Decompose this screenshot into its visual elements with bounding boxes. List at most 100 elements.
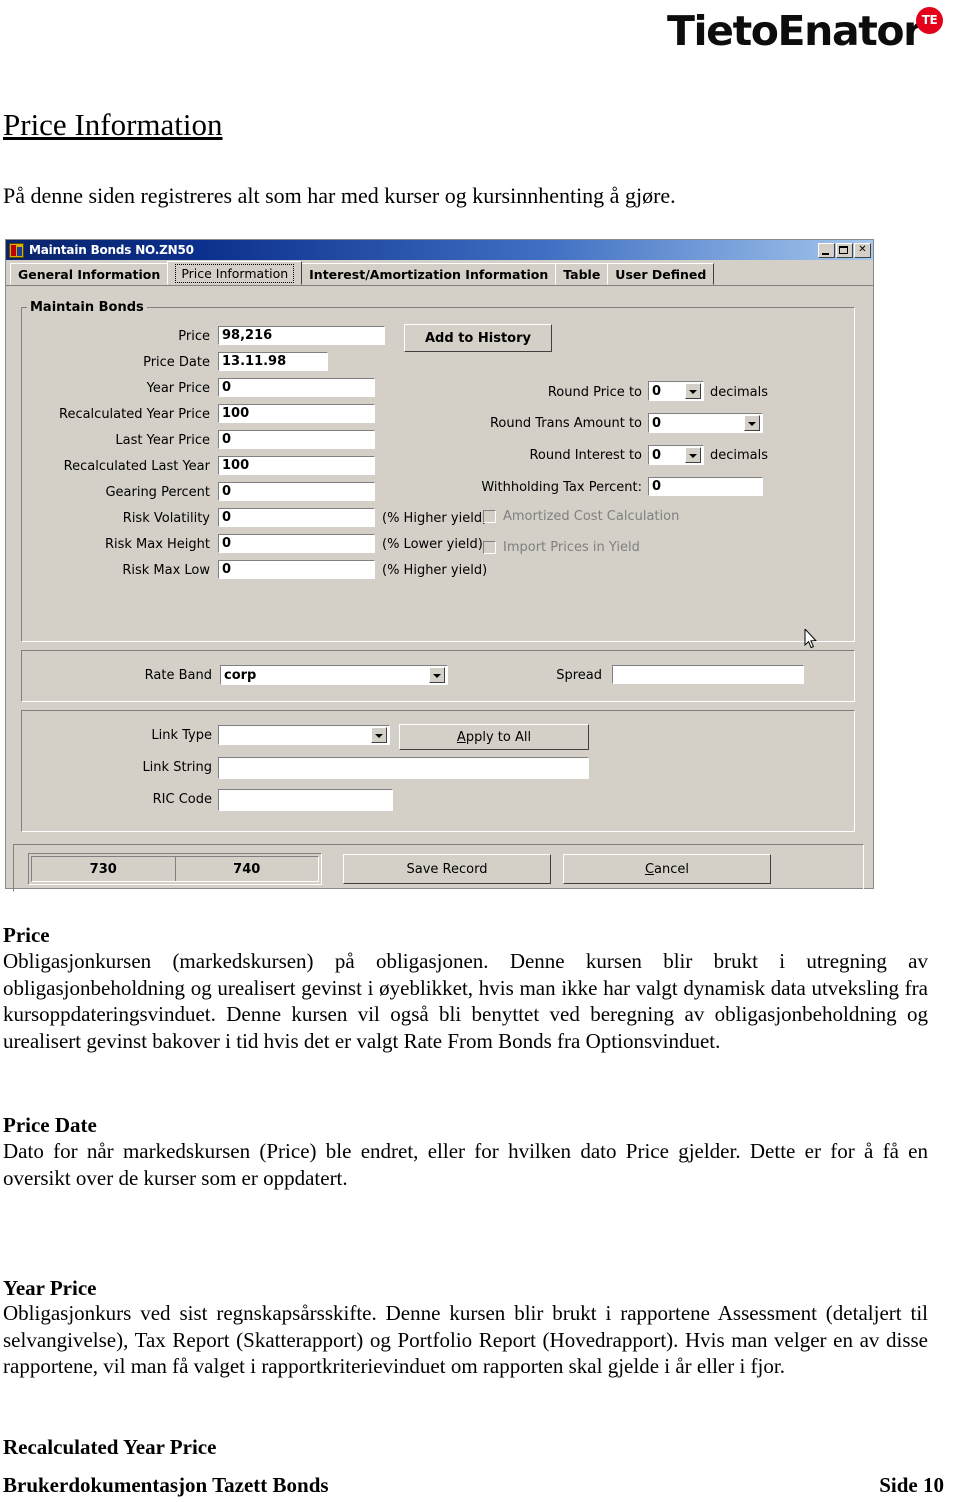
section-body-price-date: Dato for når markedskursen (Price) ble e…	[3, 1139, 928, 1190]
input-risk-max-low[interactable]: 0	[218, 560, 375, 579]
checkbox-amortized-cost-calculation[interactable]	[483, 510, 496, 523]
hint-risk-max-low: (% Higher yield)	[382, 563, 488, 578]
label-amortized-cost-calculation: Amortized Cost Calculation	[503, 509, 680, 524]
cancel-button[interactable]: Cancel	[563, 854, 771, 884]
maximize-icon[interactable]	[836, 242, 853, 258]
tab-label: Table	[563, 266, 601, 282]
select-rate-band[interactable]: corp	[220, 665, 448, 685]
input-withholding-tax-percent[interactable]: 0	[648, 477, 763, 496]
chevron-down-icon[interactable]	[429, 667, 445, 683]
label-price-date: Price Date	[143, 355, 210, 370]
close-icon[interactable]: ✕	[854, 242, 871, 258]
tab-strip: General Information Price Information In…	[6, 260, 873, 286]
label-risk-max-low: Risk Max Low	[122, 563, 210, 578]
checkbox-import-prices-in-yield[interactable]	[483, 541, 496, 554]
label-link-string: Link String	[142, 760, 212, 775]
chevron-down-icon[interactable]	[685, 383, 701, 399]
select-value: 0	[652, 447, 662, 463]
accel-letter: A	[456, 729, 466, 745]
input-price[interactable]: 98,216	[218, 326, 385, 345]
label-risk-max-height: Risk Max Height	[104, 537, 210, 552]
select-round-price-decimals[interactable]: 0	[648, 381, 704, 401]
tab-label: Price Information	[175, 263, 295, 283]
section-heading-recalculated-year-price: Recalculated Year Price	[3, 1435, 217, 1459]
tab-panel-price-information: Maintain Bonds Price Price Date Year Pri…	[9, 288, 870, 892]
group-link: Link Type Link String RIC Code Apply to …	[21, 710, 855, 832]
intro-paragraph: På denne siden registreres alt som har m…	[3, 183, 676, 208]
cancel-rest: ancel	[654, 861, 690, 877]
segment-730[interactable]: 730	[32, 857, 176, 881]
input-spread[interactable]	[612, 665, 804, 684]
save-record-button[interactable]: Save Record	[343, 854, 551, 884]
label-gearing-percent: Gearing Percent	[105, 485, 210, 500]
label-withholding-tax-percent: Withholding Tax Percent:	[481, 480, 642, 495]
section-heading-price-date: Price Date	[3, 1113, 97, 1137]
input-last-year-price[interactable]: 0	[218, 430, 375, 449]
group-legend-maintain-bonds: Maintain Bonds	[30, 300, 144, 315]
logo-wordmark: TietoEnator	[666, 7, 923, 55]
cancel-label: Cancel	[645, 862, 689, 877]
tab-price-information[interactable]: Price Information	[167, 261, 303, 285]
footer-left-text: Brukerdokumentasjon Tazett Bonds	[3, 1473, 329, 1497]
select-value: corp	[224, 667, 257, 683]
input-link-string[interactable]	[218, 757, 589, 779]
footer-page-number: Side 10	[879, 1473, 944, 1497]
application-icon	[9, 242, 24, 258]
input-ric-code[interactable]	[218, 789, 393, 811]
apply-to-all-label: Apply to All	[457, 730, 531, 745]
label-round-interest-to: Round Interest to	[529, 448, 642, 463]
input-recalculated-last-year[interactable]: 100	[218, 456, 375, 475]
dialog-action-bar: 730 740 Save Record Cancel	[13, 844, 864, 892]
select-value: 0	[652, 383, 662, 399]
label-last-year-price: Last Year Price	[115, 433, 210, 448]
select-round-trans-amount[interactable]: 0	[648, 413, 763, 433]
tab-interest-amortization[interactable]: Interest/Amortization Information	[301, 263, 557, 285]
select-link-type[interactable]	[218, 725, 390, 745]
tab-label: General Information	[18, 266, 161, 282]
group-rate-band: Rate Band corp Spread	[21, 650, 855, 702]
label-round-trans-amount-to: Round Trans Amount to	[489, 416, 642, 431]
window-controls: ✕	[818, 242, 871, 258]
select-value: 0	[652, 415, 662, 431]
input-risk-volatility[interactable]: 0	[218, 508, 375, 527]
tab-label: Interest/Amortization Information	[309, 266, 549, 282]
section-heading-price: Price	[3, 923, 50, 947]
tab-user-defined[interactable]: User Defined	[607, 263, 715, 285]
section-heading-year-price: Year Price	[3, 1276, 97, 1300]
label-risk-volatility: Risk Volatility	[122, 511, 210, 526]
maintain-bonds-window: Maintain Bonds NO.ZN50 ✕ General Informa…	[5, 239, 874, 892]
input-recalculated-year-price[interactable]: 100	[218, 404, 375, 423]
input-price-date[interactable]: 13.11.98	[218, 352, 328, 371]
brand-logo: TietoEnator TE	[648, 6, 948, 64]
input-year-price[interactable]: 0	[218, 378, 375, 397]
label-rate-band: Rate Band	[144, 668, 212, 683]
tab-label: User Defined	[615, 266, 707, 282]
chevron-down-icon[interactable]	[685, 447, 701, 463]
page-title: Price Information	[3, 107, 223, 142]
unit-round-interest-decimals: decimals	[710, 448, 769, 463]
input-gearing-percent[interactable]: 0	[218, 482, 375, 501]
select-round-interest-decimals[interactable]: 0	[648, 445, 704, 465]
chevron-down-icon[interactable]	[744, 415, 760, 431]
label-recalculated-year-price: Recalculated Year Price	[59, 407, 210, 422]
apply-to-all-button[interactable]: Apply to All	[399, 724, 589, 750]
window-titlebar: Maintain Bonds NO.ZN50 ✕	[6, 240, 873, 260]
minimize-icon[interactable]	[818, 242, 835, 258]
chevron-down-icon[interactable]	[371, 727, 387, 743]
tab-general-information[interactable]: General Information	[10, 263, 169, 285]
input-risk-max-height[interactable]: 0	[218, 534, 375, 553]
add-to-history-button[interactable]: Add to History	[404, 324, 552, 352]
accel-letter: C	[644, 861, 655, 877]
label-spread: Spread	[556, 668, 602, 683]
tab-table[interactable]: Table	[555, 263, 609, 285]
section-body-price: Obligasjonkursen (markedskursen) på obli…	[3, 949, 928, 1053]
segment-740[interactable]: 740	[176, 857, 319, 881]
label-price: Price	[178, 329, 210, 344]
logo-badge-icon: TE	[916, 7, 943, 34]
label-import-prices-in-yield: Import Prices in Yield	[503, 540, 640, 555]
group-maintain-bonds: Maintain Bonds Price Price Date Year Pri…	[21, 300, 855, 642]
label-ric-code: RIC Code	[152, 792, 212, 807]
label-link-type: Link Type	[151, 728, 212, 743]
segmented-code-display: 730 740	[28, 853, 322, 885]
apply-to-all-rest: pply to All	[465, 729, 532, 745]
